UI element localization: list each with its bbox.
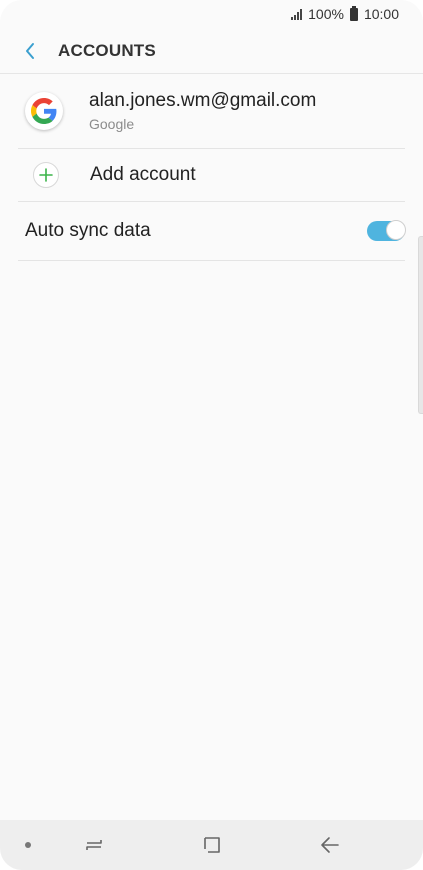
signal-icon	[291, 8, 303, 20]
auto-sync-row[interactable]: Auto sync data	[18, 202, 406, 261]
back-button[interactable]	[18, 39, 42, 63]
auto-sync-toggle[interactable]	[367, 220, 406, 241]
nav-dot-icon	[25, 842, 31, 848]
chevron-left-icon	[26, 42, 34, 59]
edge-panel-handle[interactable]	[418, 236, 423, 414]
navigation-bar	[0, 820, 423, 870]
toggle-knob	[386, 220, 406, 240]
account-provider: Google	[89, 116, 135, 132]
back-nav-button[interactable]	[317, 833, 343, 857]
account-text: alan.jones.wm@gmail.com Google	[89, 90, 316, 132]
accounts-list: alan.jones.wm@gmail.com Google Add accou…	[18, 74, 406, 261]
clock: 10:00	[363, 6, 399, 22]
google-logo-icon	[25, 92, 63, 130]
recent-apps-button[interactable]	[81, 833, 107, 857]
phone-screen: 100% 10:00 ACCOUNTS alan.jones.wm@gmail.…	[0, 0, 423, 870]
back-arrow-icon	[321, 837, 339, 853]
plus-icon	[33, 162, 59, 188]
account-email: alan.jones.wm@gmail.com	[89, 90, 317, 111]
battery-icon	[349, 5, 358, 21]
add-account-button[interactable]: Add account	[18, 149, 405, 202]
add-account-label: Add account	[90, 164, 196, 185]
auto-sync-label: Auto sync data	[25, 220, 151, 241]
app-header: ACCOUNTS	[0, 28, 423, 74]
page-title: ACCOUNTS	[58, 40, 156, 60]
account-item-google[interactable]: alan.jones.wm@gmail.com Google	[18, 74, 405, 149]
home-button[interactable]	[199, 833, 225, 857]
battery-percent: 100%	[308, 6, 344, 22]
status-bar: 100% 10:00	[0, 0, 423, 28]
home-icon	[204, 837, 220, 853]
recent-apps-icon	[86, 840, 102, 850]
